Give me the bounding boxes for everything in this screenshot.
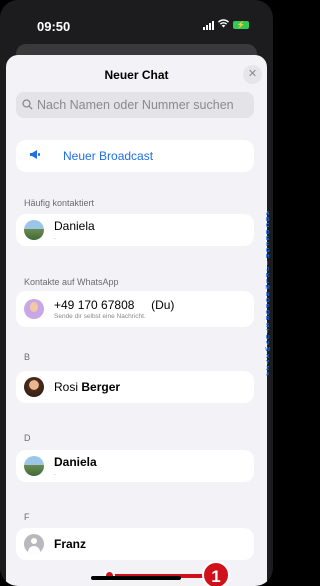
battery-charging-icon: ⚡ (233, 21, 249, 29)
close-button[interactable]: ✕ (243, 65, 262, 84)
search-input[interactable] (37, 98, 247, 112)
home-indicator (91, 576, 181, 580)
contact-name: Rosi Berger (54, 380, 120, 394)
contact-last-name: Berger (81, 380, 121, 394)
megaphone-icon (29, 149, 51, 163)
avatar (24, 456, 44, 476)
section-header-frequent: Häufig kontaktiert (24, 198, 95, 208)
contact-subtitle: . (54, 470, 56, 477)
contact-subtitle: Sende dir selbst eine Nachricht. (54, 313, 146, 320)
contact-name: +49 170 67808 (Du) (54, 298, 175, 312)
search-icon (22, 98, 33, 113)
contact-subtitle: . (54, 234, 56, 241)
section-header-d: D (24, 433, 31, 443)
avatar (24, 299, 44, 319)
contact-row-franz[interactable]: Franz (16, 528, 254, 560)
contact-name: Franz (54, 537, 87, 551)
contact-name: Daniela (54, 455, 97, 469)
status-icons: ⚡ (203, 19, 249, 31)
wifi-icon (218, 19, 229, 31)
status-bar: 09:50 ⚡ (0, 0, 273, 46)
contact-row-rosi-berger[interactable]: Rosi Berger (16, 371, 254, 403)
search-field[interactable] (16, 92, 254, 118)
contact-row-daniela-frequent[interactable]: Daniela . (16, 214, 254, 246)
status-time: 09:50 (37, 19, 71, 34)
contact-row-daniela[interactable]: Daniela . (16, 450, 254, 482)
new-broadcast-label: Neuer Broadcast (63, 149, 154, 163)
avatar (24, 377, 44, 397)
contact-name: Daniela (54, 219, 95, 233)
cellular-signal-icon (203, 20, 214, 30)
section-header-b: B (24, 352, 31, 362)
section-header-f: F (24, 512, 30, 522)
new-chat-sheet: Neuer Chat ✕ Neuer Broadcast Häufig kont… (6, 55, 267, 586)
sheet-title: Neuer Chat (104, 68, 169, 82)
avatar (24, 220, 44, 240)
index-letter[interactable]: # (266, 372, 269, 378)
callout-badge: 1 (202, 561, 230, 586)
phone-screen: 09:50 ⚡ Neuer Chat ✕ Neuer Broadcast (0, 0, 273, 586)
section-header-whatsapp-contacts: Kontakte auf WhatsApp (24, 277, 119, 287)
alphabet-index[interactable]: A B C D E F G H I J K L M N O P Q R S T U V W X Y Z # (265, 211, 270, 378)
avatar (24, 534, 44, 554)
contact-row-self[interactable]: +49 170 67808 (Du) Sende dir selbst eine… (16, 291, 254, 327)
contact-first-name: Rosi (54, 380, 79, 394)
new-broadcast-button[interactable]: Neuer Broadcast (16, 140, 254, 172)
